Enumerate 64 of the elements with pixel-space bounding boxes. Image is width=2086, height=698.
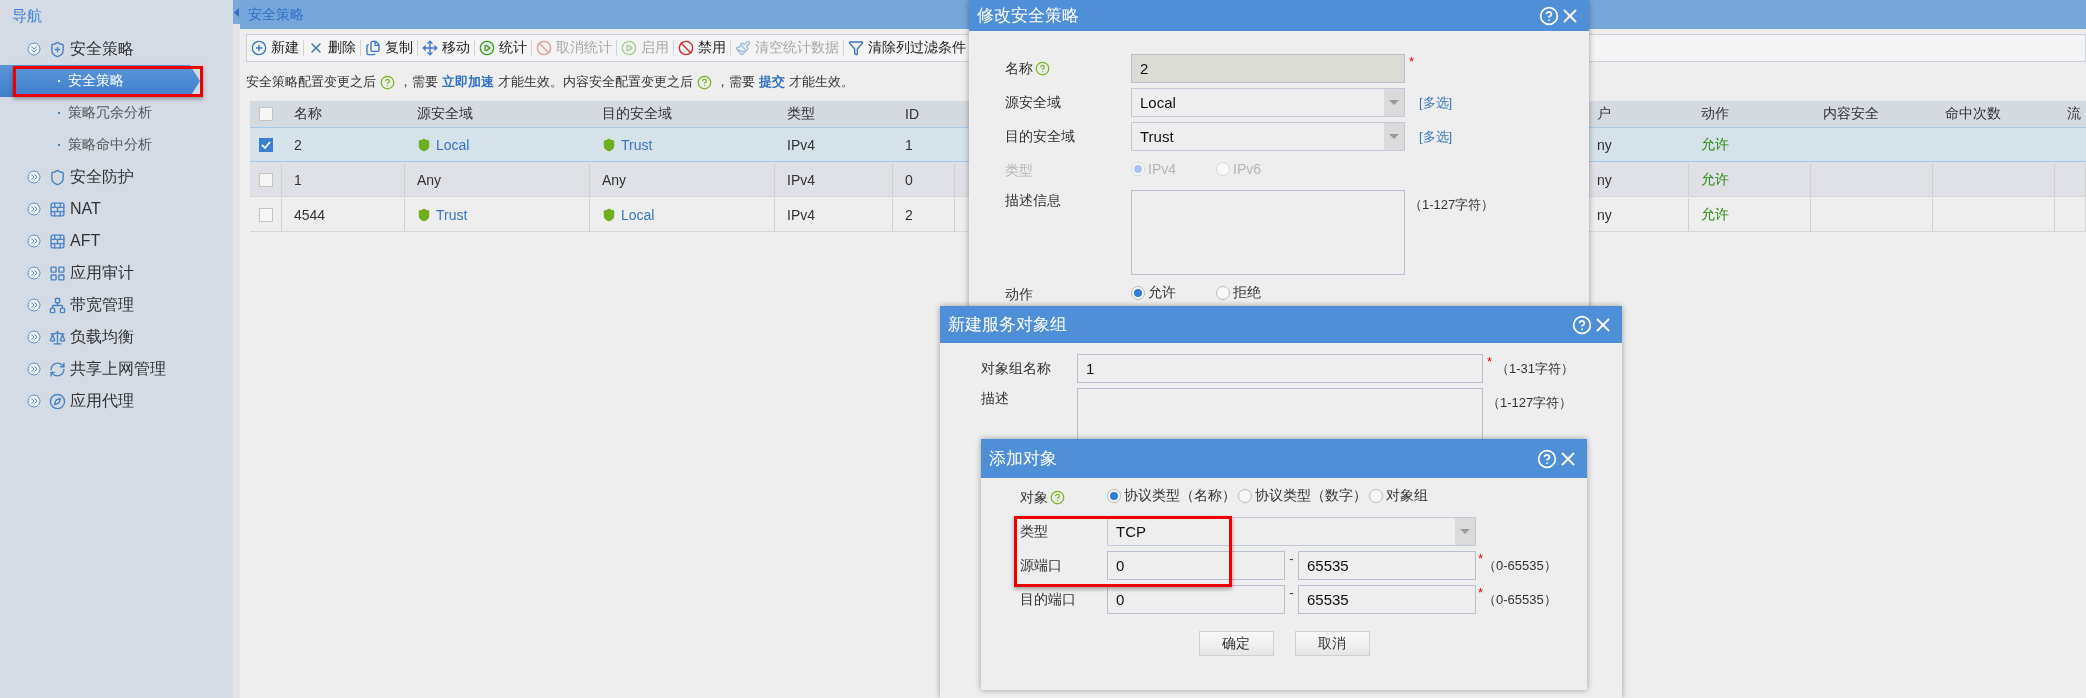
column-header: 名称 [294, 105, 322, 123]
notice-text: 才能生效。内容安全配置变更之后 [498, 73, 693, 91]
column-header: 流 [2067, 105, 2081, 123]
column-header: ID [905, 106, 919, 122]
column-header: 目的安全域 [602, 105, 672, 123]
column-header: 户 [1597, 105, 1611, 123]
field-label: 目的端口 [1020, 590, 1076, 609]
notice-text: ，需要 [399, 73, 438, 91]
field-hint: （1-127字符） [1409, 196, 1495, 214]
field-label: 源安全域 [1005, 93, 1061, 112]
table-cell: Trust [436, 206, 468, 223]
table-cell: 2 [294, 136, 302, 153]
field-label: 源端口 [1020, 556, 1062, 575]
field-label: 动作 [1005, 285, 1033, 304]
table-cell: ny [1597, 171, 1612, 188]
table-cell: Trust [621, 136, 653, 153]
field-label: 对象 [1020, 488, 1048, 507]
page-title: 安全策略 [248, 5, 304, 24]
table-cell: Any [602, 171, 627, 188]
field-hint: （0-65535） [1483, 591, 1557, 609]
dialog-title: 新建服务对象组 [948, 314, 1068, 336]
required-mark: * [1487, 354, 1493, 369]
column-header: 内容安全 [1823, 105, 1879, 123]
field-hint: （1-31字符） [1496, 360, 1575, 378]
column-header: 命中次数 [1945, 105, 2001, 123]
range-separator: - [1288, 551, 1295, 566]
table-cell: IPv4 [787, 136, 815, 153]
column-header: 动作 [1701, 105, 1729, 123]
sidebar-title: 导航 [12, 7, 42, 26]
table-cell: IPv4 [787, 206, 815, 223]
column-header: 源安全域 [417, 105, 473, 123]
table-cell: Local [621, 206, 655, 223]
field-label: 描述 [981, 390, 1009, 408]
field-hint: （0-65535） [1483, 557, 1557, 575]
table-cell: 允许 [1701, 135, 1729, 154]
notice-text: 才能生效。 [789, 73, 854, 91]
notice-text: 安全策略配置变更之后 [246, 73, 376, 91]
field-label: 名称 [1005, 59, 1033, 78]
required-mark: * [1478, 585, 1484, 600]
field-label: 描述信息 [1005, 192, 1061, 210]
table-cell: 1 [905, 136, 913, 153]
column-header: 类型 [787, 105, 815, 123]
field-hint: （1-127字符） [1487, 394, 1573, 412]
notice-text: ，需要 [716, 73, 755, 91]
required-mark: * [1409, 54, 1415, 69]
dialog-title: 修改安全策略 [977, 5, 1080, 27]
table-cell: 允许 [1701, 205, 1729, 224]
required-mark: * [1478, 551, 1484, 566]
table-cell: 允许 [1701, 170, 1729, 189]
table-cell: 4544 [294, 206, 326, 223]
field-label: 目的安全域 [1005, 127, 1075, 146]
table-cell: 2 [905, 206, 913, 223]
table-cell: IPv4 [787, 171, 815, 188]
field-label: 对象组名称 [981, 359, 1051, 378]
field-label: 类型 [1005, 161, 1033, 180]
dialog-title: 添加对象 [989, 448, 1058, 470]
table-cell: Local [436, 136, 470, 153]
table-cell: 0 [905, 171, 913, 188]
table-cell: Any [417, 171, 442, 188]
table-cell: ny [1597, 206, 1612, 223]
range-separator: - [1288, 585, 1295, 600]
table-cell: ny [1597, 136, 1612, 153]
table-cell: 1 [294, 171, 302, 188]
field-label: 类型 [1020, 522, 1048, 541]
